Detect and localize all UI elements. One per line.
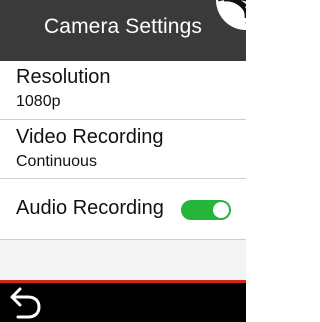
empty-list-area	[0, 240, 246, 280]
signal-icon	[212, 0, 246, 34]
toggle-knob	[213, 202, 229, 218]
footer-bar	[0, 283, 246, 322]
setting-resolution[interactable]: Resolution 1080p	[0, 61, 246, 120]
video-recording-label: Video Recording	[16, 126, 164, 148]
audio-recording-label: Audio Recording	[16, 197, 164, 219]
page-title: Camera Settings	[44, 15, 202, 38]
back-button[interactable]	[8, 286, 48, 320]
resolution-label: Resolution	[16, 66, 111, 88]
setting-audio-recording[interactable]: Audio Recording	[0, 179, 246, 240]
audio-recording-toggle[interactable]	[181, 200, 231, 220]
back-arrow-icon	[10, 287, 41, 319]
camera-settings-screen: Camera Settings Resolution 1080p Video R…	[0, 0, 246, 322]
video-recording-value: Continuous	[16, 153, 97, 170]
setting-video-recording[interactable]: Video Recording Continuous	[0, 120, 246, 179]
header-bar: Camera Settings	[0, 0, 246, 61]
resolution-value: 1080p	[16, 93, 61, 110]
